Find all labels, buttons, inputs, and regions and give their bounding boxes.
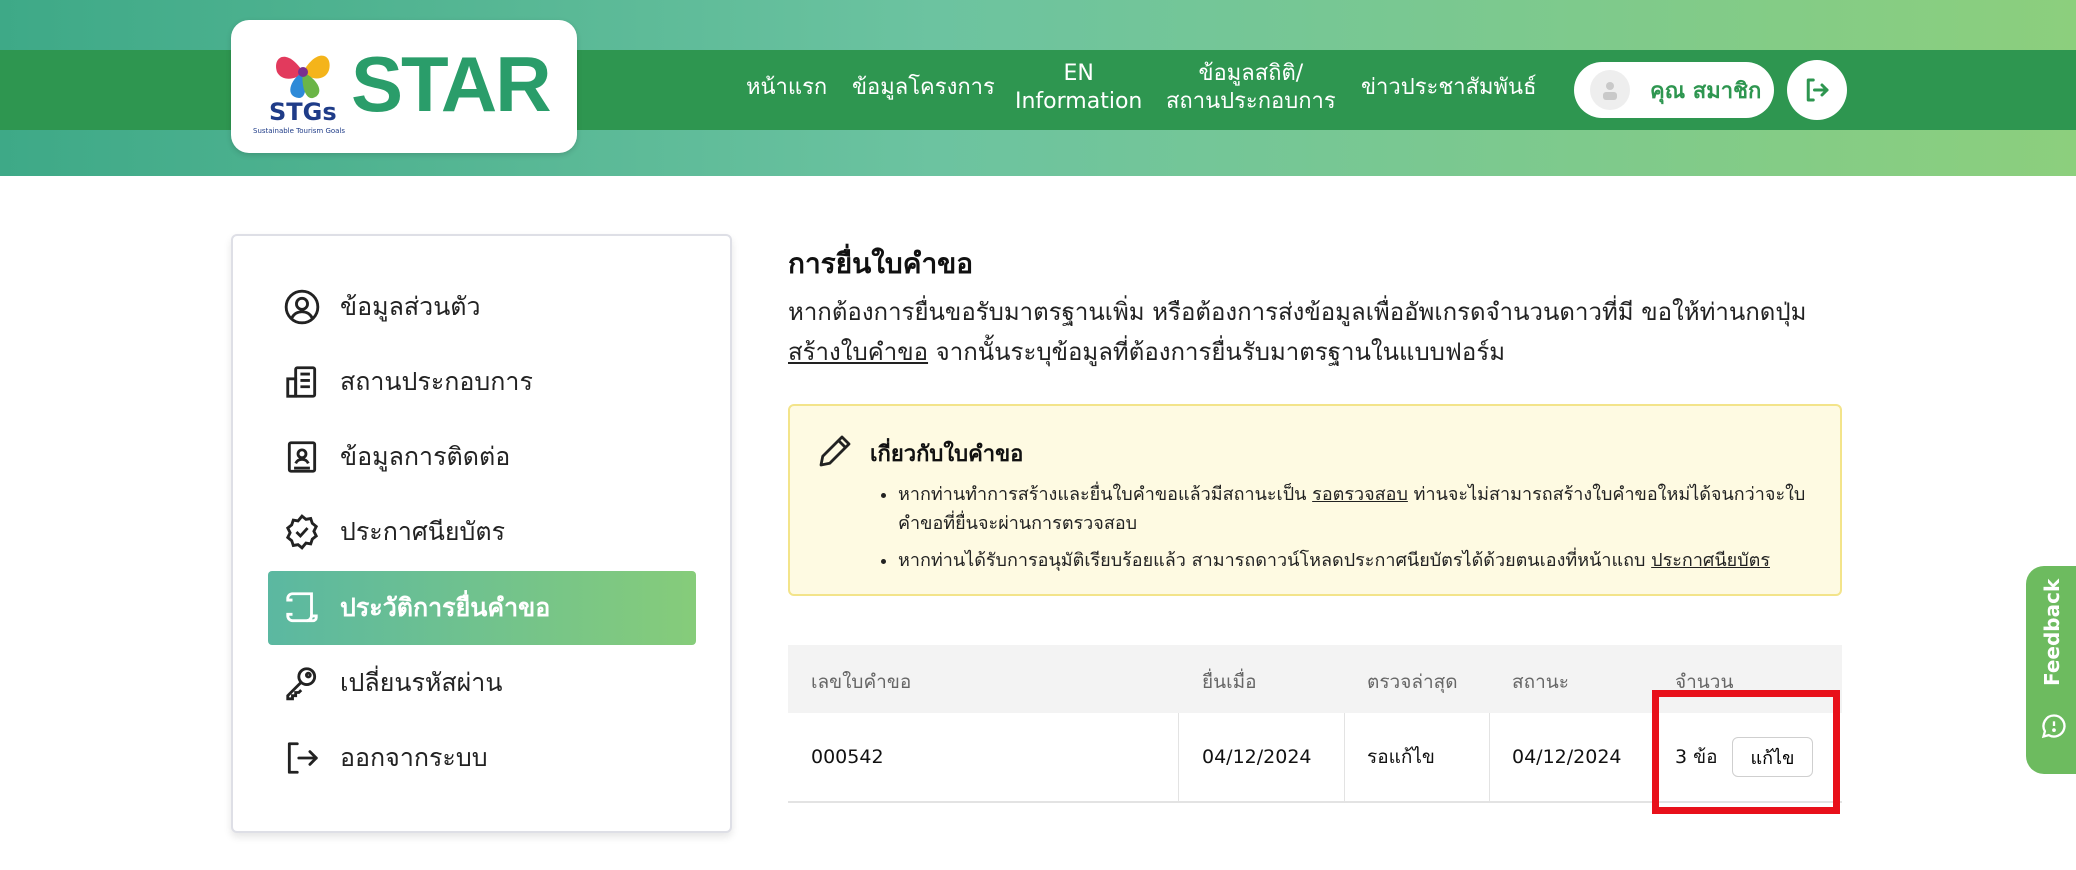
sidebar-item-label: สถานประกอบการ [340, 367, 533, 396]
cell-status: 04/12/2024 [1512, 746, 1622, 768]
chat-icon [2041, 714, 2066, 739]
column-header-request-number: เลขใบคำขอ [811, 671, 912, 693]
sidebar-item-logout[interactable]: ออกจากระบบ [268, 721, 696, 795]
nav-en-information[interactable]: EN Information [1015, 60, 1142, 116]
contact-book-icon [282, 437, 322, 477]
certificate-badge-icon [282, 512, 322, 552]
column-divider [1178, 713, 1179, 801]
building-icon [282, 362, 322, 402]
logo-star-text: STAR [351, 40, 552, 128]
nav-en-line1: EN [1063, 61, 1094, 86]
page-title: การยื่นใบคำขอ [788, 247, 974, 280]
notice-text: หากท่านทำการสร้างและยื่นใบคำขอแล้วมีสถาน… [898, 484, 1313, 505]
request-info-notice: เกี่ยวกับใบคำขอ หากท่านทำการสร้างและยื่น… [788, 404, 1842, 596]
feedback-tab[interactable]: Feedback [2026, 566, 2076, 774]
nav-en-line2: Information [1015, 89, 1143, 114]
logo-stgs-text: STGs [269, 98, 337, 126]
header-logout-button[interactable] [1787, 60, 1847, 120]
notice-list: หากท่านทำการสร้างและยื่นใบคำขอแล้วมีสถาน… [874, 480, 1838, 583]
sidebar-item-profile[interactable]: ข้อมูลส่วนตัว [268, 270, 696, 344]
scroll-icon [282, 588, 322, 628]
notice-title: เกี่ยวกับใบคำขอ [870, 442, 1024, 467]
user-name: คุณ สมาชิก [1650, 78, 1762, 104]
description-text: หากต้องการยื่นขอรับมาตรฐานเพิ่ม หรือต้อง… [788, 298, 1807, 326]
list-item: หากท่านทำการสร้างและยื่นใบคำขอแล้วมีสถาน… [898, 480, 1838, 538]
flower-logo-icon [276, 55, 330, 99]
nav-stats-line2: สถานประกอบการ [1166, 89, 1336, 114]
column-divider [1489, 713, 1490, 801]
user-avatar-icon [1603, 82, 1617, 100]
description-text-2: จากนั้นระบุข้อมูลที่ต้องการยื่นรับมาตรฐา… [928, 338, 1506, 366]
user-menu-button[interactable]: คุณ สมาชิก [1574, 62, 1774, 118]
create-request-link[interactable]: สร้างใบคำขอ [788, 338, 928, 366]
account-sidebar: ข้อมูลส่วนตัว สถานประกอบการ ข้อมูลการติด… [231, 234, 732, 833]
column-header-last-checked: ตรวจล่าสุด [1367, 671, 1458, 693]
logout-icon [1806, 78, 1829, 102]
sidebar-item-label: ออกจากระบบ [340, 743, 488, 772]
avatar [1590, 70, 1630, 110]
cell-last-checked: รอแก้ไข [1367, 746, 1435, 768]
cell-request-number: 000542 [811, 746, 884, 768]
key-icon [282, 663, 322, 703]
certificate-link[interactable]: ประกาศนียบัตร [1651, 550, 1770, 571]
sidebar-item-business[interactable]: สถานประกอบการ [268, 345, 696, 419]
list-item: หากท่านได้รับการอนุมัติเรียบร้อยแล้ว สาม… [898, 546, 1838, 575]
sidebar-item-certificate[interactable]: ประกาศนียบัตร [268, 495, 696, 569]
sidebar-item-label: ข้อมูลการติดต่อ [340, 442, 511, 471]
nav-news[interactable]: ข่าวประชาสัมพันธ์ [1361, 74, 1537, 102]
notice-text: หากท่านได้รับการอนุมัติเรียบร้อยแล้ว สาม… [898, 550, 1652, 571]
sidebar-item-label: ประวัติการยื่นคำขอ [340, 593, 551, 622]
highlight-box [1652, 690, 1840, 814]
logo-caption: Sustainable Tourism Goals [253, 127, 346, 135]
sidebar-item-label: เปลี่ยนรหัสผ่าน [340, 668, 503, 697]
sidebar-item-request-history[interactable]: ประวัติการยื่นคำขอ [268, 571, 696, 645]
sidebar-item-change-password[interactable]: เปลี่ยนรหัสผ่าน [268, 646, 696, 720]
sidebar-item-label: ข้อมูลส่วนตัว [340, 292, 481, 321]
pencil-icon [819, 435, 851, 467]
column-header-submitted: ยื่นเมื่อ [1202, 671, 1257, 693]
sidebar-item-label: ประกาศนียบัตร [340, 517, 506, 546]
pending-review-link[interactable]: รอตรวจสอบ [1312, 484, 1408, 505]
nav-stats-line1: ข้อมูลสถิติ/ [1198, 61, 1304, 86]
nav-home[interactable]: หน้าแรก [746, 74, 827, 102]
page-description: หากต้องการยื่นขอรับมาตรฐานเพิ่ม หรือต้อง… [788, 292, 1838, 372]
user-circle-icon [282, 287, 322, 327]
logout-icon [282, 738, 322, 778]
nav-project-info[interactable]: ข้อมูลโครงการ [852, 74, 995, 102]
nav-statistics[interactable]: ข้อมูลสถิติ/ สถานประกอบการ [1166, 60, 1336, 116]
cell-submitted: 04/12/2024 [1202, 746, 1312, 768]
sidebar-item-contact[interactable]: ข้อมูลการติดต่อ [268, 420, 696, 494]
column-divider [1344, 713, 1345, 801]
column-header-status: สถานะ [1512, 671, 1569, 693]
feedback-label: Feedback [2040, 578, 2064, 686]
site-logo[interactable]: STGs Sustainable Tourism Goals STAR [231, 20, 577, 153]
